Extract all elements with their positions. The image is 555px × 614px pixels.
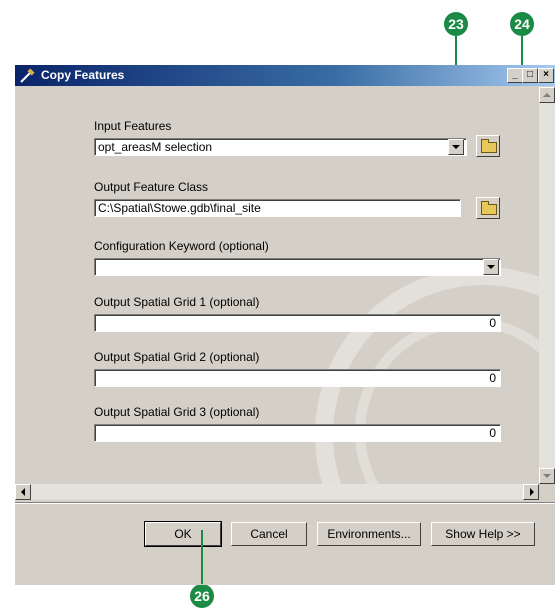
scroll-up-button[interactable] <box>539 87 555 103</box>
maximize-button[interactable]: □ <box>522 68 538 83</box>
callout-26-leader <box>201 530 203 584</box>
output-class-browse-button[interactable] <box>476 197 500 219</box>
grid2-label: Output Spatial Grid 2 (optional) <box>94 350 260 364</box>
config-keyword-label: Configuration Keyword (optional) <box>94 239 269 253</box>
callout-24: 24 <box>510 12 534 36</box>
output-class-field[interactable]: C:\Spatial\Stowe.gdb\final_site <box>94 199 461 217</box>
grid2-field[interactable]: 0 <box>94 369 501 387</box>
horizontal-scrollbar[interactable] <box>15 484 539 500</box>
vertical-scrollbar[interactable] <box>539 87 555 484</box>
config-keyword-combo[interactable] <box>94 258 501 276</box>
tool-hammer-icon <box>20 68 35 83</box>
scroll-left-button[interactable] <box>15 484 31 500</box>
minimize-button[interactable]: _ <box>507 68 523 83</box>
grid1-field[interactable]: 0 <box>94 314 501 332</box>
show-help-button[interactable]: Show Help >> <box>431 522 535 546</box>
environments-button[interactable]: Environments... <box>317 522 421 546</box>
input-features-browse-button[interactable] <box>476 135 500 157</box>
callout-26: 26 <box>190 584 214 608</box>
grid3-label: Output Spatial Grid 3 (optional) <box>94 405 260 419</box>
cancel-button[interactable]: Cancel <box>231 522 307 546</box>
input-features-dropdown-button[interactable] <box>448 139 464 155</box>
parameters-panel: Input Features opt_areasM selection Outp… <box>15 87 539 484</box>
config-keyword-dropdown-button[interactable] <box>483 259 499 275</box>
grid1-label: Output Spatial Grid 1 (optional) <box>94 295 260 309</box>
open-folder-icon <box>481 201 497 215</box>
callout-23: 23 <box>444 12 468 36</box>
button-separator <box>15 502 555 504</box>
close-button[interactable]: × <box>538 68 554 83</box>
copy-features-dialog: Copy Features _ □ × Input Features opt_a… <box>15 65 555 585</box>
ok-button[interactable]: OK <box>144 521 222 547</box>
title-bar: Copy Features _ □ × <box>15 65 555 86</box>
scroll-down-button[interactable] <box>539 468 555 484</box>
window-title: Copy Features <box>41 68 125 82</box>
input-features-label: Input Features <box>94 119 172 133</box>
output-class-label: Output Feature Class <box>94 180 209 194</box>
open-folder-icon <box>481 139 497 153</box>
input-features-combo[interactable]: opt_areasM selection <box>94 138 467 156</box>
grid3-field[interactable]: 0 <box>94 424 501 442</box>
scroll-right-button[interactable] <box>523 484 539 500</box>
